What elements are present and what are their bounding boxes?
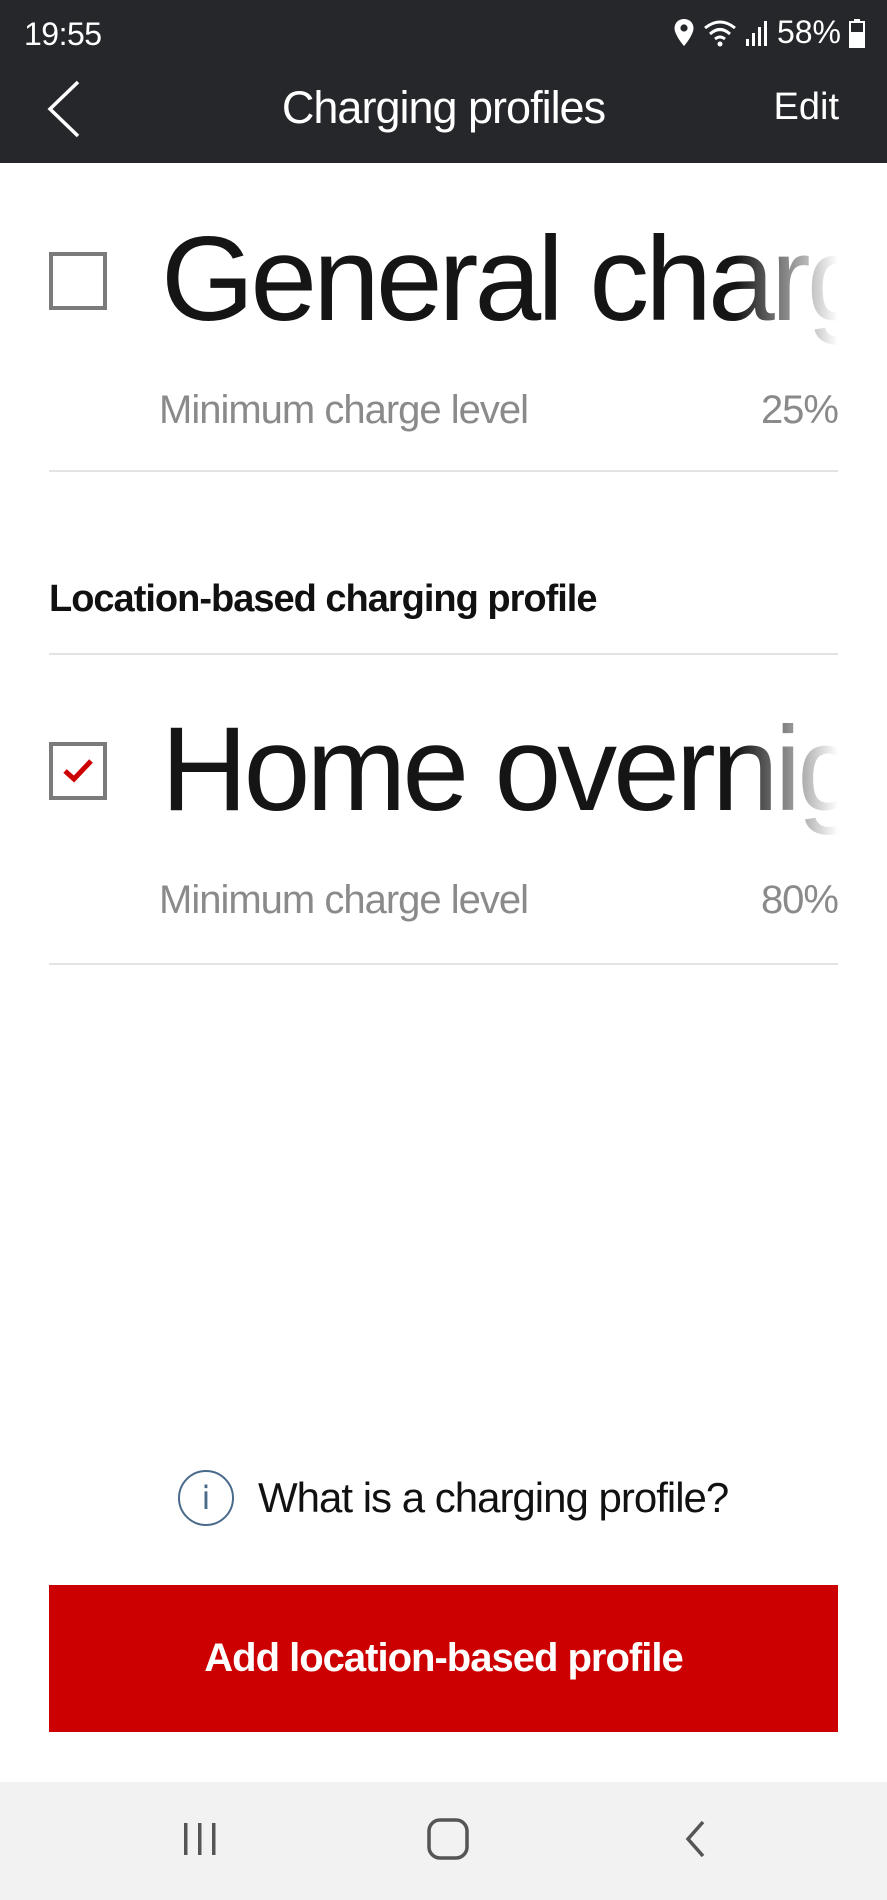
add-location-profile-button[interactable]: Add location-based profile	[49, 1585, 838, 1732]
profile-home-overnight-name: Home overnight	[161, 702, 838, 836]
info-icon: i	[178, 1470, 234, 1526]
profile-home-overnight[interactable]: Home overnight Minimum charge level 80%	[49, 700, 839, 960]
charging-profile-info-link[interactable]: i What is a charging profile?	[178, 1470, 729, 1526]
page-title: Charging profiles	[281, 82, 606, 133]
profile-general-name: General charging	[161, 212, 838, 346]
profile-general-min-value: 25%	[760, 388, 839, 432]
status-icons: 58%	[673, 14, 865, 51]
divider	[49, 470, 838, 472]
profile-home-overnight-checkbox[interactable]	[49, 742, 107, 800]
system-back-button[interactable]	[636, 1782, 756, 1900]
signal-icon	[745, 19, 769, 47]
home-icon	[426, 1817, 470, 1866]
app-header: 19:55 58% Charging profiles Edit	[0, 0, 887, 163]
profile-home-overnight-min-label: Minimum charge level	[159, 878, 529, 922]
edit-button[interactable]: Edit	[774, 86, 839, 129]
battery-percent: 58%	[776, 14, 841, 50]
location-icon	[673, 18, 695, 48]
recents-icon	[180, 1821, 220, 1862]
checkmark-icon	[61, 756, 95, 789]
info-link-label: What is a charging profile?	[258, 1474, 729, 1521]
profile-home-overnight-min-value: 80%	[760, 878, 839, 922]
profile-general[interactable]: General charging Minimum charge level 25…	[49, 210, 839, 470]
recents-button[interactable]	[140, 1782, 260, 1900]
system-nav-bar	[0, 1782, 887, 1900]
back-icon	[681, 1819, 711, 1864]
status-time: 19:55	[24, 16, 102, 52]
battery-icon	[849, 18, 865, 48]
wifi-icon	[703, 19, 737, 47]
profile-general-min-label: Minimum charge level	[159, 388, 529, 432]
divider	[49, 963, 838, 965]
home-button[interactable]	[388, 1782, 508, 1900]
divider	[49, 653, 838, 655]
section-title-location: Location-based charging profile	[49, 578, 597, 620]
profile-general-checkbox[interactable]	[49, 252, 107, 310]
